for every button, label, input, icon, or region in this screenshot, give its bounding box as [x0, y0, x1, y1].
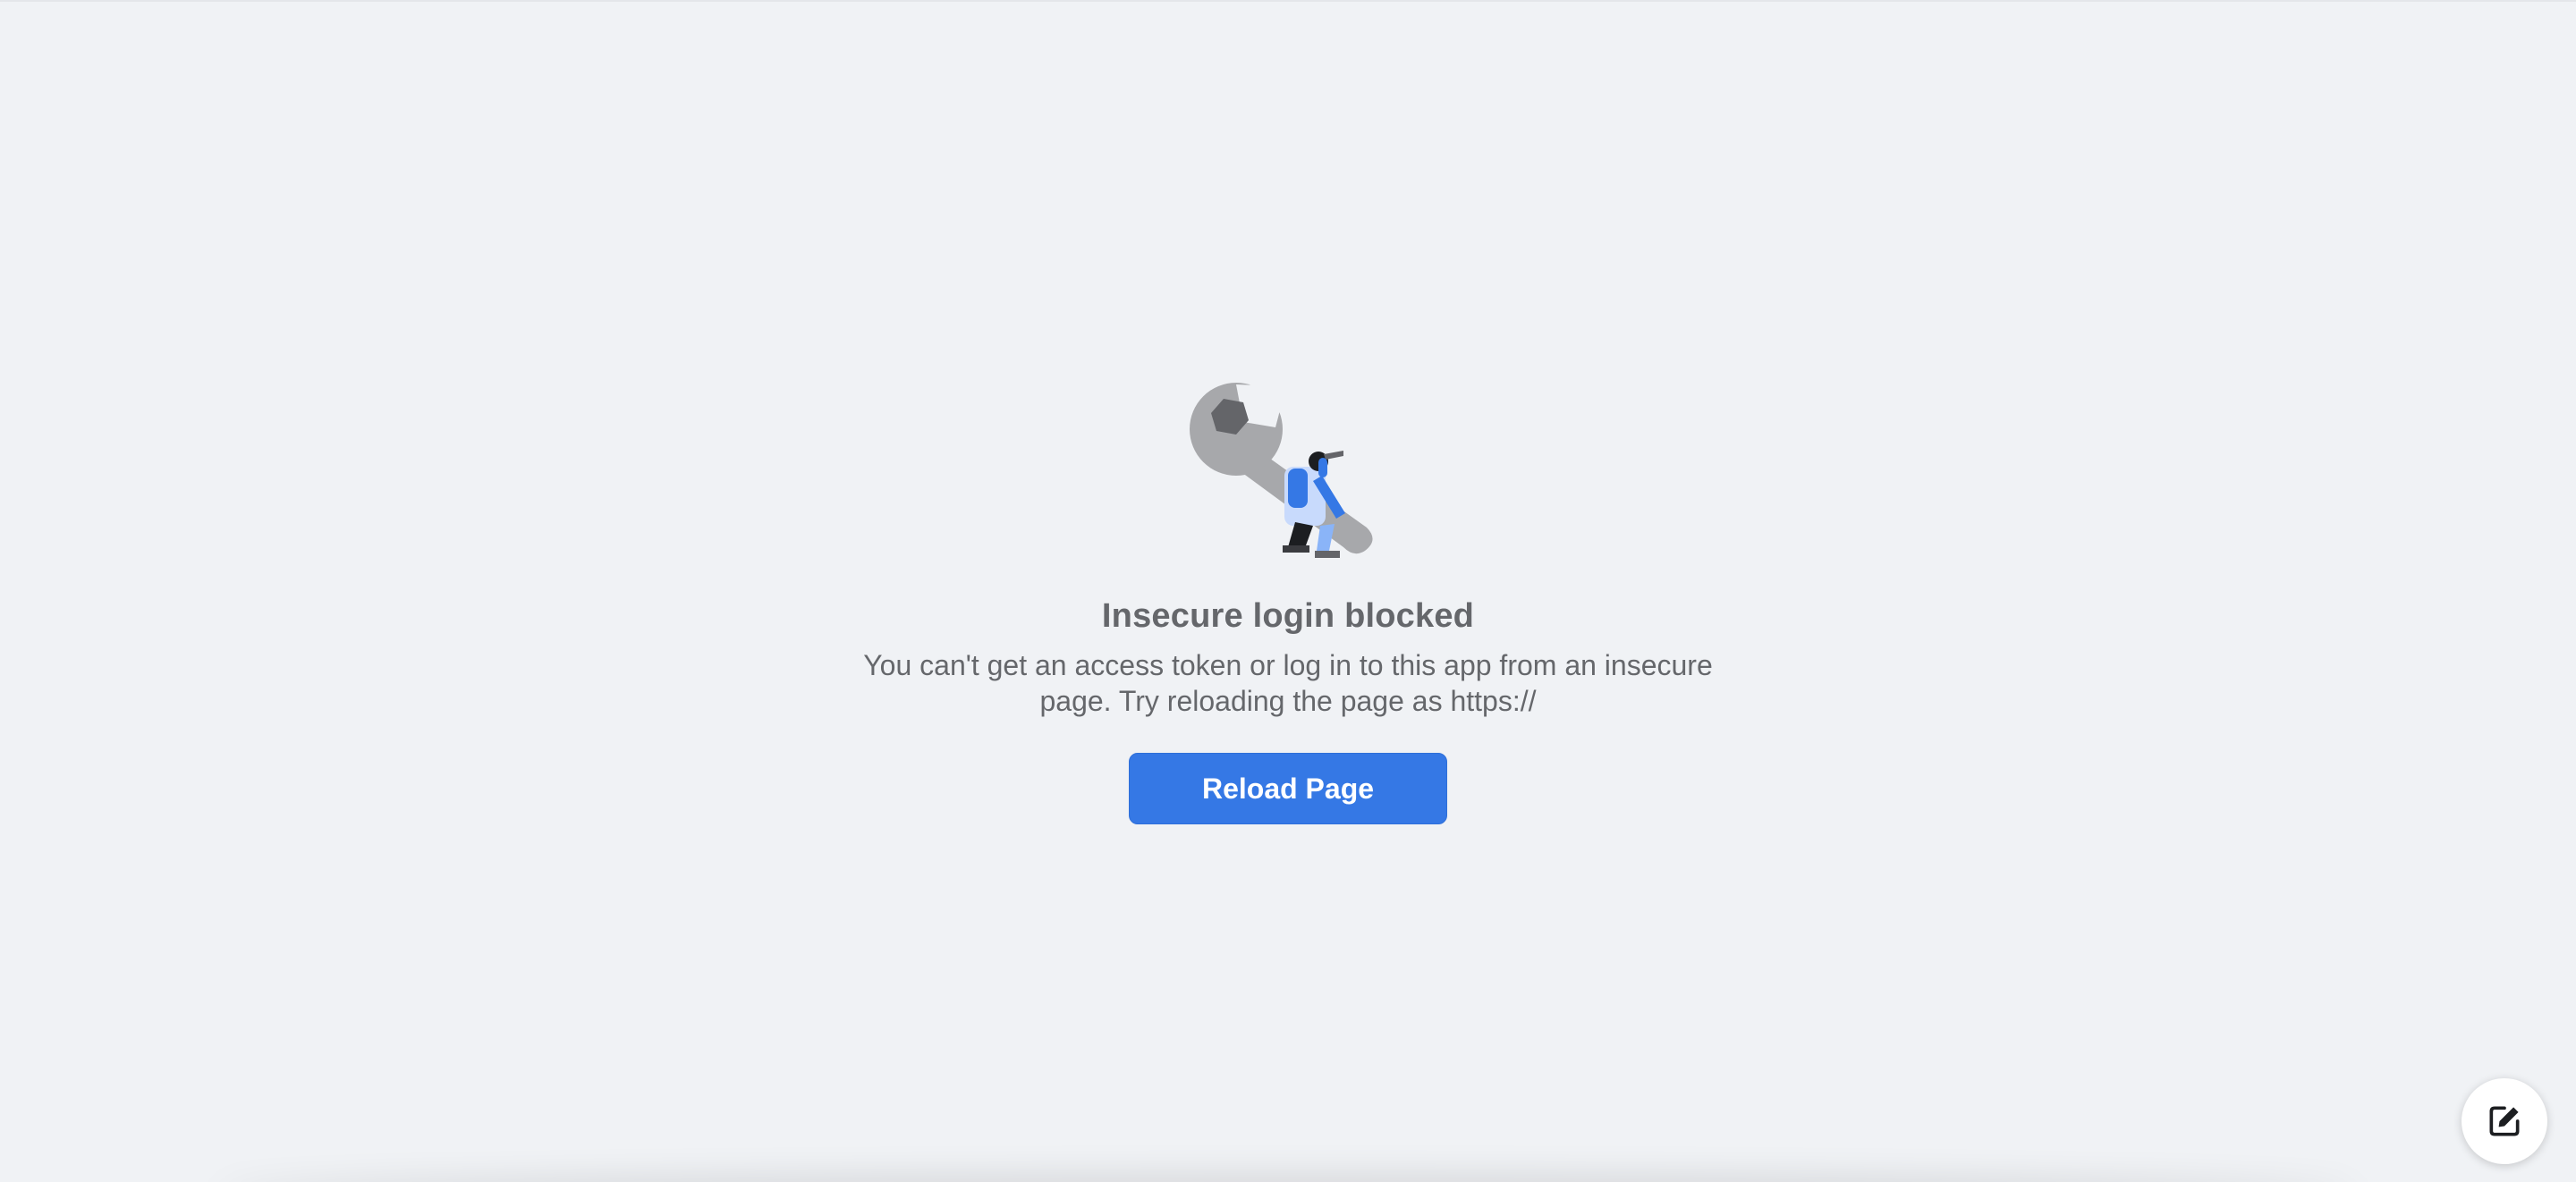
- error-message: You can't get an access token or log in …: [863, 649, 1713, 717]
- compose-icon: [2489, 1106, 2520, 1136]
- reload-page-button[interactable]: Reload Page: [1129, 753, 1447, 824]
- wrench-worker-illustration: [1188, 376, 1388, 563]
- compose-button[interactable]: [2462, 1078, 2547, 1164]
- page: Insecure login blocked You can't get an …: [0, 0, 2576, 1182]
- error-title: Insecure login blocked: [1101, 597, 1475, 635]
